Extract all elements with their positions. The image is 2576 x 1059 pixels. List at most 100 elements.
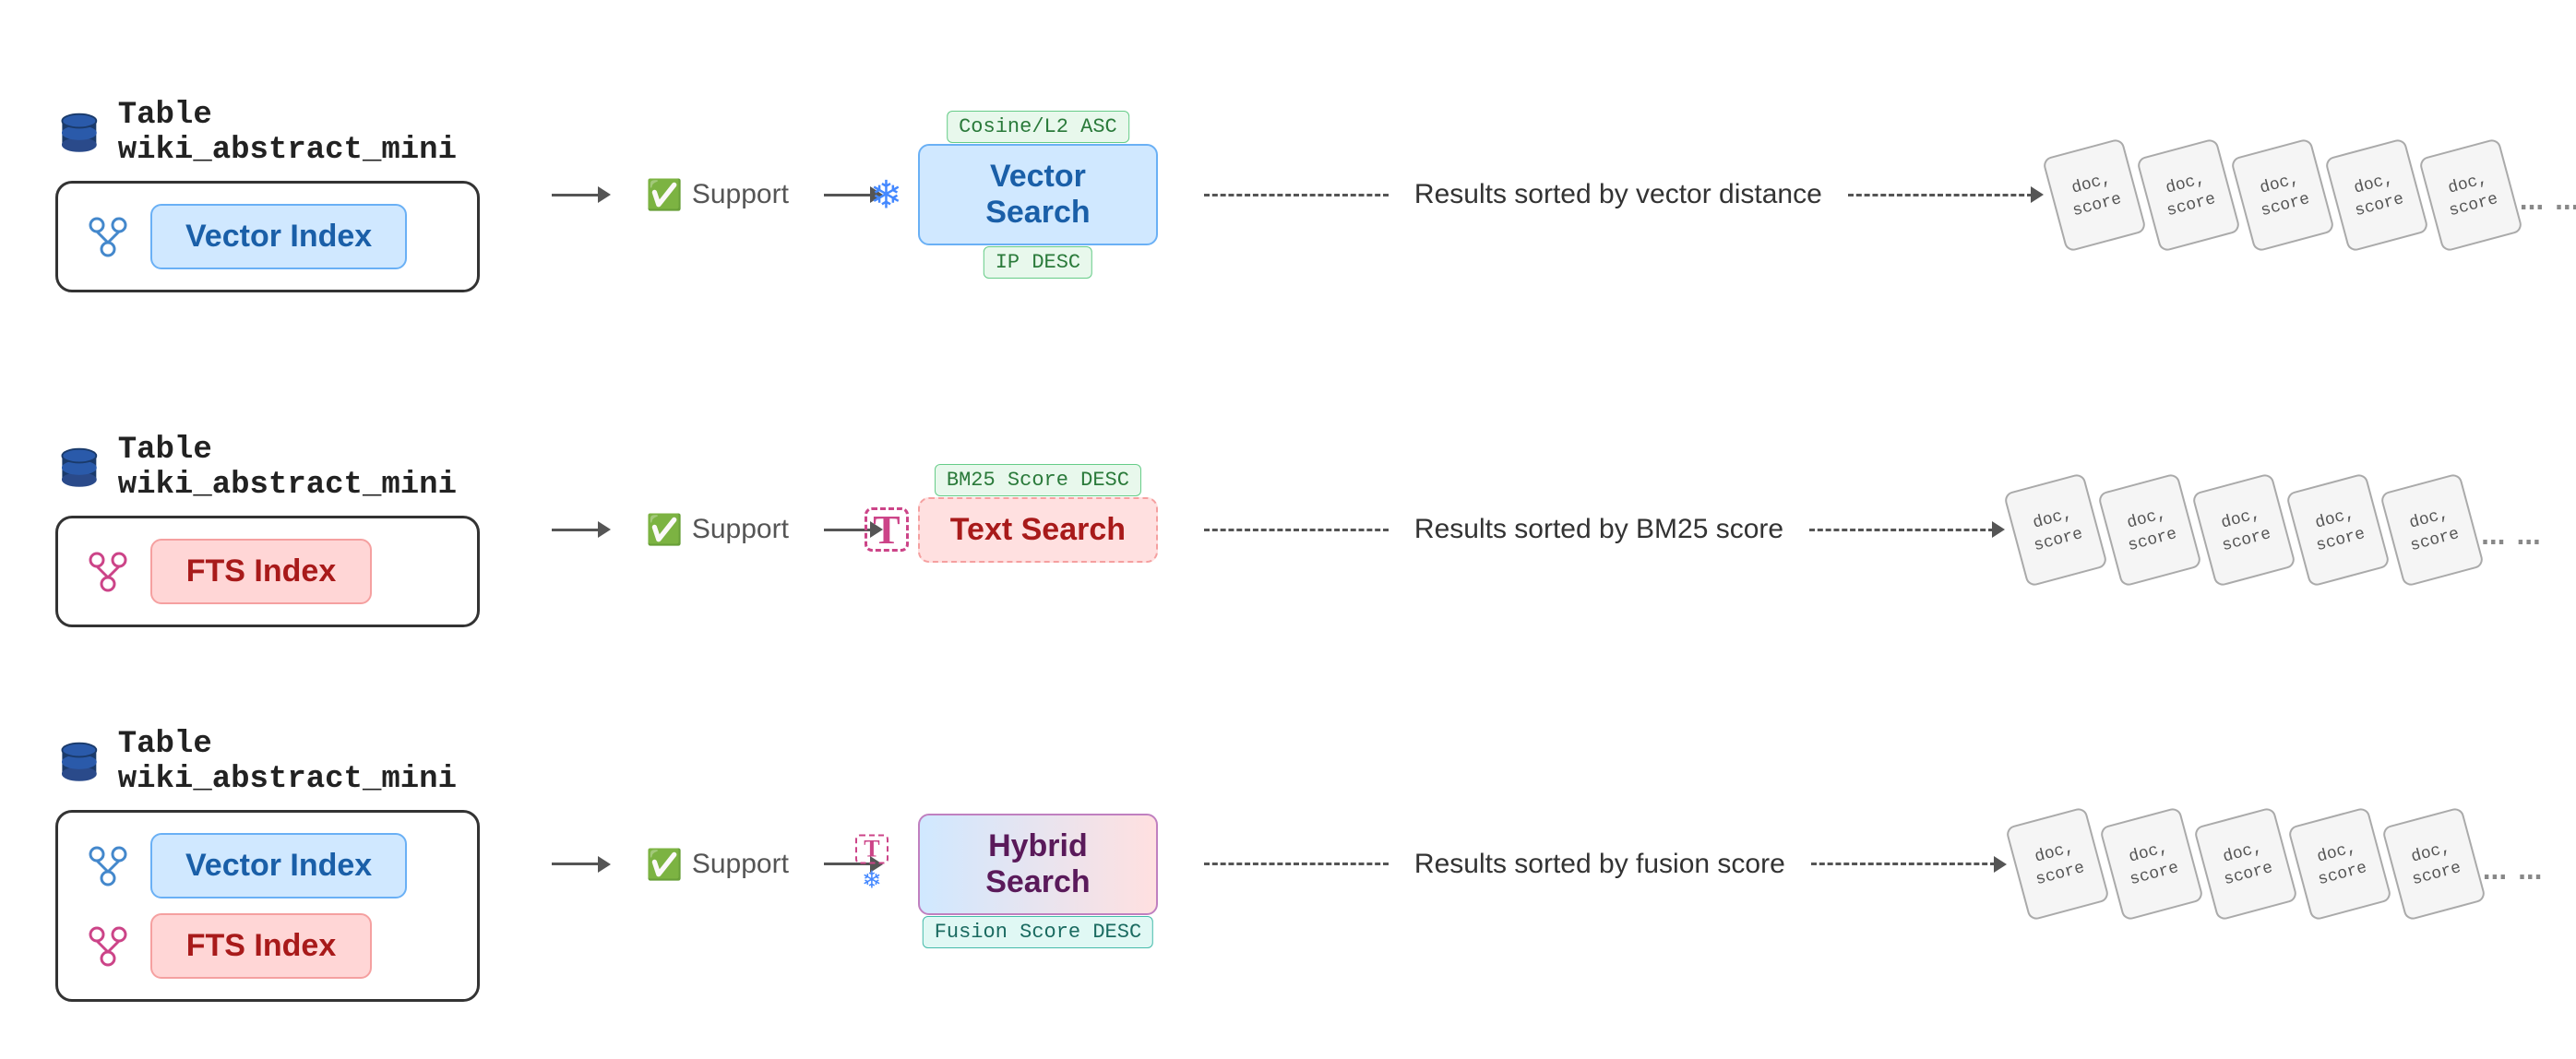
vector-arrow-head: [598, 186, 611, 203]
fusion-score-tag: Fusion Score DESC: [923, 916, 1153, 948]
hybrid-doc-card-4: doc,score: [2287, 806, 2392, 922]
hybrid-search-badge-wrap: T ❄ Hybrid Search Fusion Score DESC: [918, 814, 1158, 915]
hybrid-dashed-line1: [1204, 863, 1389, 865]
vector-table-name: Table wiki_abstract_mini: [118, 98, 535, 168]
hybrid-check-icon: ✅: [646, 847, 683, 882]
branch-blue-icon: [84, 212, 132, 260]
vector-search-block: ❄ Vector Search Cosine/L2 ASC IP DESC: [918, 144, 1158, 245]
vector-dashed-arrow1: [1204, 194, 1389, 196]
text-solid-line: [552, 529, 598, 531]
hybrid-dual-icon: T ❄: [855, 834, 888, 894]
ellipsis1: ...: [2518, 170, 2542, 220]
hybrid-search-badge: Hybrid Search: [918, 814, 1158, 915]
hybrid-search-row: Table wiki_abstract_mini Vector Index: [55, 696, 2521, 1031]
vector-dashed-head: [2031, 186, 2044, 203]
text-ellipsis1: ...: [2479, 505, 2503, 554]
text-dashed-line2: [1809, 529, 1994, 531]
db-icon-vector: [55, 107, 103, 159]
text-arrow-head: [598, 521, 611, 538]
text-t-icon: T: [865, 507, 909, 552]
doc-card-1: doc,score: [2042, 137, 2147, 253]
text-support-group: ✅ Support: [646, 512, 789, 547]
hybrid-fts-index-badge: FTS Index: [150, 913, 372, 979]
hybrid-dashed-line2: [1811, 863, 1996, 865]
vector-support-label: Support: [692, 179, 789, 210]
text-doc-card-2: doc,score: [2097, 472, 2202, 588]
hybrid-fts-index-row: FTS Index: [84, 913, 451, 979]
text-doc-card-3: doc,score: [2191, 472, 2296, 588]
text-desc: Results sorted by BM25 score: [1414, 514, 1783, 545]
doc-card-2: doc,score: [2136, 137, 2241, 253]
vector-table-label: Table wiki_abstract_mini: [55, 98, 535, 168]
hybrid-dashed-arrow1: [1204, 863, 1389, 865]
vector-dashed-line1: [1204, 194, 1389, 196]
text-table-group: Table wiki_abstract_mini FTS Index: [55, 433, 535, 627]
ellipsis2: ...: [2553, 170, 2576, 220]
hybrid-arrow-head: [598, 856, 611, 873]
hybrid-doc-card-1: doc,score: [2005, 806, 2110, 922]
vector-arrow-support: [552, 186, 611, 203]
text-support-label: Support: [692, 514, 789, 545]
text-doc-card-1: doc,score: [2003, 472, 2108, 588]
vector-dashed-arrow2: [1848, 186, 2044, 203]
bm25-score-tag: BM25 Score DESC: [935, 464, 1141, 496]
vector-check-icon: ✅: [646, 177, 683, 212]
text-search-row: Table wiki_abstract_mini FTS Index: [55, 363, 2521, 697]
hybrid-t-icon: T: [855, 834, 888, 863]
vector-dashed-section: Results sorted by vector distance doc,sc…: [1204, 147, 2576, 244]
text-doc-card-4: doc,score: [2285, 472, 2391, 588]
db-icon-text: [55, 442, 103, 494]
text-search-badge-wrap: T Text Search BM25 Score DESC: [918, 497, 1158, 563]
hybrid-support-group: ✅ Support: [646, 847, 789, 882]
vector-solid-line2: [824, 194, 870, 196]
doc-card-5: doc,score: [2418, 137, 2523, 253]
hybrid-doc-cards: doc,score doc,score doc,score doc,score …: [2016, 815, 2475, 912]
hybrid-desc: Results sorted by fusion score: [1414, 849, 1785, 880]
ip-score-tag: IP DESC: [984, 246, 1092, 279]
hybrid-doc-card-5: doc,score: [2381, 806, 2487, 922]
hybrid-doc-card-3: doc,score: [2193, 806, 2298, 922]
text-table-box: FTS Index: [55, 516, 480, 627]
hybrid-table-box: Vector Index FTS Index: [55, 810, 480, 1002]
doc-card-3: doc,score: [2230, 137, 2335, 253]
text-dashed-line1: [1204, 529, 1389, 531]
snowflake-icon: ❄: [870, 173, 902, 218]
text-table-name: Table wiki_abstract_mini: [118, 433, 535, 503]
text-search-block: T Text Search BM25 Score DESC: [918, 497, 1158, 563]
hybrid-doc-card-2: doc,score: [2099, 806, 2204, 922]
text-solid-line2: [824, 529, 870, 531]
text-dashed-arrow2: [1809, 521, 2005, 538]
vector-dashed-line2: [1848, 194, 2033, 196]
hybrid-solid-line: [552, 863, 598, 865]
fts-index-row: FTS Index: [84, 539, 451, 604]
hybrid-search-block: T ❄ Hybrid Search Fusion Score DESC: [918, 814, 1158, 915]
hybrid-table-group: Table wiki_abstract_mini Vector Index: [55, 727, 535, 1002]
hybrid-arrow-support: [552, 856, 611, 873]
vector-search-badge-wrap: ❄ Vector Search Cosine/L2 ASC IP DESC: [918, 144, 1158, 245]
hybrid-table-name: Table wiki_abstract_mini: [118, 727, 535, 797]
hybrid-dashed-head: [1994, 856, 2007, 873]
hybrid-branch-pink-icon: [84, 922, 132, 970]
vector-solid-line: [552, 194, 598, 196]
hybrid-vector-index-row: Vector Index: [84, 833, 451, 898]
vector-search-row: Table wiki_abstract_mini Vector Index: [55, 28, 2521, 363]
diagram-container: Table wiki_abstract_mini Vector Index: [0, 0, 2576, 1059]
text-arrow-support: [552, 521, 611, 538]
vector-table-group: Table wiki_abstract_mini Vector Index: [55, 98, 535, 292]
text-check-icon: ✅: [646, 512, 683, 547]
vector-index-row: Vector Index: [84, 204, 451, 269]
text-dashed-head: [1992, 521, 2005, 538]
text-dashed-arrow1: [1204, 529, 1389, 531]
doc-card-4: doc,score: [2324, 137, 2429, 253]
vector-desc: Results sorted by vector distance: [1414, 179, 1822, 210]
hybrid-ellipsis2: ...: [2516, 839, 2540, 889]
hybrid-branch-blue-icon: [84, 841, 132, 889]
hybrid-ellipsis1: ...: [2481, 839, 2505, 889]
hybrid-vector-index-badge: Vector Index: [150, 833, 407, 898]
vector-search-badge: Vector Search: [918, 144, 1158, 245]
text-ellipsis2: ...: [2514, 505, 2538, 554]
hybrid-support-label: Support: [692, 849, 789, 880]
db-icon-hybrid: [55, 736, 103, 788]
vector-table-box: Vector Index: [55, 181, 480, 292]
vector-support-group: ✅ Support: [646, 177, 789, 212]
